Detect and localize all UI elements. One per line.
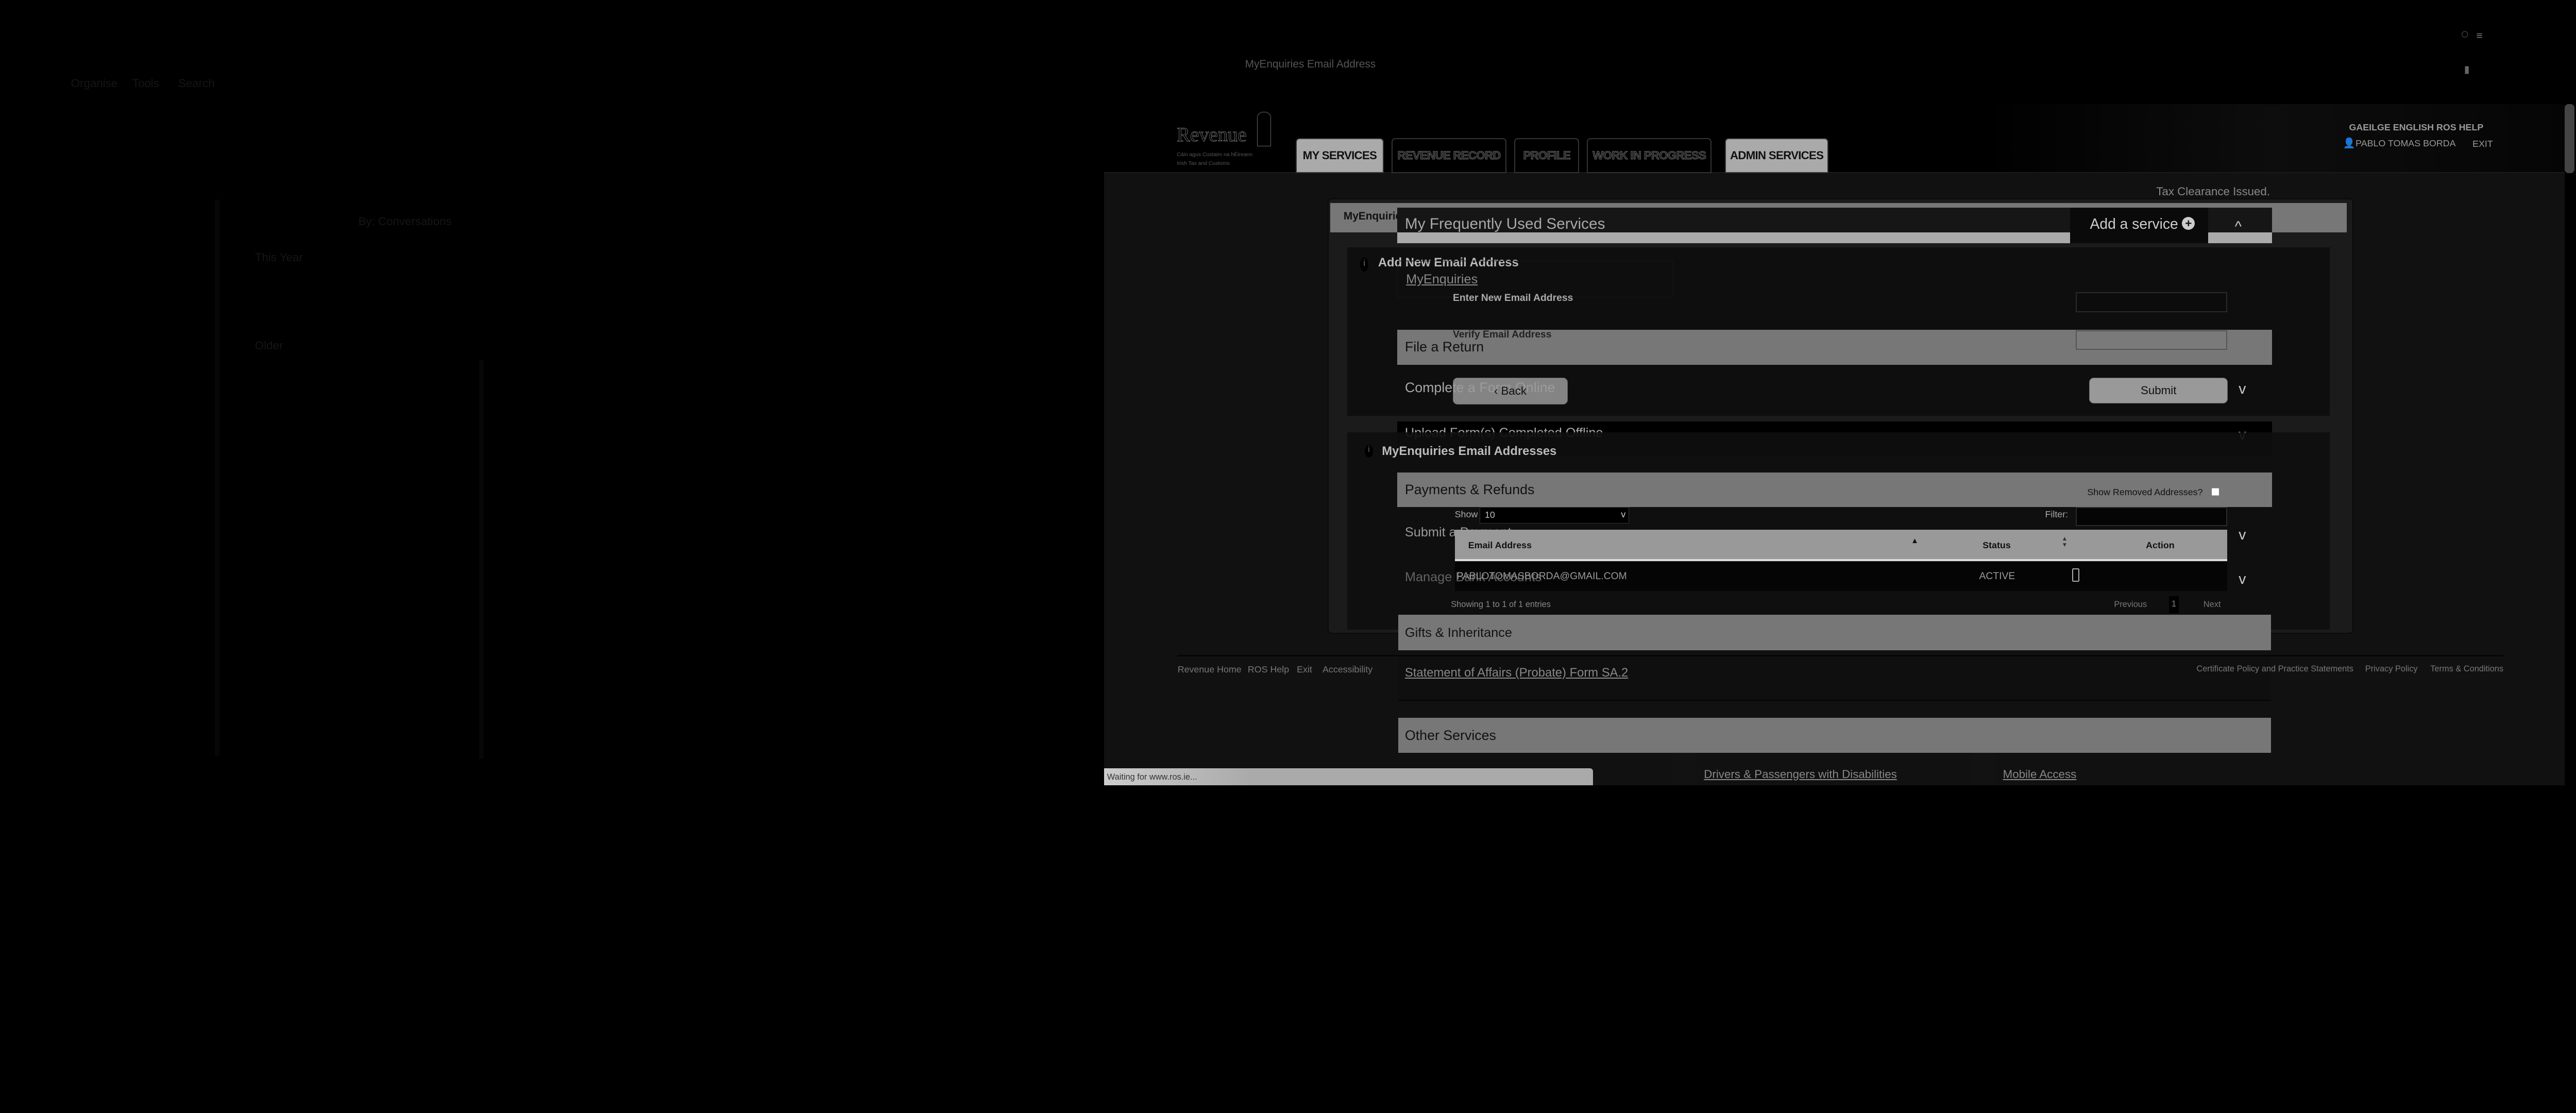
page-1-button[interactable]: 1: [2168, 596, 2179, 613]
show-label: Show: [1454, 509, 1478, 520]
tab-revenue-record[interactable]: REVENUE RECORD: [1391, 138, 1507, 174]
next-page-button[interactable]: Next: [2204, 600, 2221, 610]
manage-bank-title[interactable]: Manage Bank Accounts: [1405, 570, 1542, 585]
myenquiries-link[interactable]: MyEnquiries: [1406, 272, 1478, 287]
previous-page-button[interactable]: Previous: [2114, 600, 2147, 610]
plus-circle-icon: +: [2182, 217, 2195, 230]
back-arrow-icon: ‹: [1494, 384, 1498, 397]
tab-admin-services[interactable]: ADMIN SERVICES: [1725, 138, 1829, 174]
user-name: PABLO TOMAS BORDA: [2355, 138, 2456, 148]
list-pane-divider[interactable]: [479, 360, 484, 760]
frequent-services-title: My Frequently Used Services: [1404, 215, 1605, 233]
sort-dropdown[interactable]: By: Conversations: [359, 215, 452, 228]
table-row: PABLOTOMASBORDA@GMAIL.COM ACTIVE: [1454, 562, 2227, 592]
col-email-address[interactable]: Email Address: [1468, 540, 1532, 551]
tab-my-services[interactable]: MY SERVICES: [1295, 138, 1384, 174]
group-older: Older: [255, 339, 283, 352]
status-cell: ACTIVE: [1979, 570, 2015, 582]
other-col-divider: [1972, 753, 1995, 785]
show-removed-label: Show Removed Addresses?: [2087, 486, 2203, 497]
tower-icon: [1257, 112, 1272, 147]
verify-email-input[interactable]: [2076, 330, 2227, 350]
other-services-bar: [1398, 717, 2271, 753]
col-status[interactable]: Status: [1982, 540, 2011, 551]
page-scrollbar[interactable]: [2564, 104, 2575, 174]
extensions-icon[interactable]: ≡: [2477, 30, 2483, 42]
group-this-year: This Year: [255, 251, 303, 264]
show-removed-checkbox[interactable]: [2211, 486, 2220, 497]
footer-divider: [1177, 654, 2504, 656]
expand-chevron-icon[interactable]: v: [2239, 570, 2246, 587]
info-icon: i: [1360, 258, 1369, 272]
email-addresses-title: MyEnquiries Email Addresses: [1382, 444, 1557, 458]
tab-icon[interactable]: ▮: [2464, 63, 2470, 76]
left-app-pane: Organise Tools Search By: Conversations …: [0, 0, 1104, 829]
footer-link[interactable]: Accessibility: [1323, 664, 1372, 675]
menu-tools[interactable]: Tools: [132, 77, 159, 90]
table-info: Showing 1 to 1 of 1 entries: [1451, 600, 1551, 610]
col-action: Action: [2146, 539, 2175, 550]
menu-organise[interactable]: Organise: [71, 77, 118, 90]
language-links[interactable]: GAEILGE ENGLISH ROS HELP: [2349, 122, 2484, 133]
other-col-divider: [1673, 753, 1697, 785]
trash-icon[interactable]: [2072, 568, 2080, 582]
folder-pane-divider[interactable]: [214, 199, 219, 755]
footer-link[interactable]: Privacy Policy: [2365, 664, 2418, 674]
tab-profile[interactable]: PROFILE: [1514, 138, 1580, 174]
gifts-title[interactable]: Gifts & Inheritance: [1405, 626, 1512, 640]
gifts-bar: [1398, 615, 2271, 650]
back-button[interactable]: ‹ Back: [1452, 377, 1568, 404]
window-title: MyEnquiries Email Address: [1245, 58, 1376, 71]
user-icon: 👤: [2343, 138, 2355, 149]
tax-clearance-status: Tax Clearance Issued.: [2156, 184, 2270, 198]
chevron-down-icon: v: [1621, 509, 1626, 519]
enter-email-input[interactable]: [2076, 292, 2227, 312]
drivers-link[interactable]: Drivers & Passengers with Disabilities: [1704, 768, 1896, 781]
payments-title[interactable]: Payments & Refunds: [1405, 482, 1534, 498]
expand-chevron-icon[interactable]: v: [2239, 526, 2246, 543]
file-return-title: File a Return: [1404, 339, 1484, 355]
exit-link[interactable]: EXIT: [2472, 139, 2493, 149]
loading-spinner-icon: ◌: [2461, 27, 2469, 42]
footer-link[interactable]: Revenue Home: [1178, 664, 1242, 675]
mobile-access-link[interactable]: Mobile Access: [2003, 768, 2077, 781]
page-size-select[interactable]: 10 v: [1480, 507, 1630, 524]
add-service-button[interactable]: Add a service +: [2070, 208, 2208, 243]
email-table-header: [1454, 530, 2227, 562]
submit-button[interactable]: Submit: [2089, 377, 2228, 404]
verify-email-label: Verify Email Address: [1452, 329, 1552, 341]
browser-status-bar: Waiting for www.ros.ie...: [1104, 768, 1593, 785]
footer-link[interactable]: Exit: [1297, 664, 1312, 675]
sort-both-icon[interactable]: ▲ ▼: [2061, 535, 2067, 548]
footer-link[interactable]: ROS Help: [1248, 664, 1289, 675]
menu-search[interactable]: Search: [178, 77, 215, 90]
filter-label: Filter:: [2045, 509, 2069, 520]
other-services-title: Other Services: [1404, 728, 1496, 744]
tab-work-in-progress[interactable]: WORK IN PROGRESS: [1587, 138, 1712, 174]
sort-asc-icon[interactable]: ▲: [1911, 537, 1919, 545]
statement-link[interactable]: Statement of Affairs (Probate) Form SA.2: [1405, 666, 1628, 680]
footer-link[interactable]: Terms & Conditions: [2430, 664, 2503, 674]
enter-email-label: Enter New Email Address: [1452, 292, 1573, 303]
expand-chevron-icon[interactable]: v: [2239, 380, 2246, 397]
filter-input[interactable]: [2076, 507, 2227, 526]
footer-link[interactable]: Certificate Policy and Practice Statemen…: [2196, 664, 2353, 674]
collapse-chevron-up-icon[interactable]: ^: [2235, 218, 2242, 235]
